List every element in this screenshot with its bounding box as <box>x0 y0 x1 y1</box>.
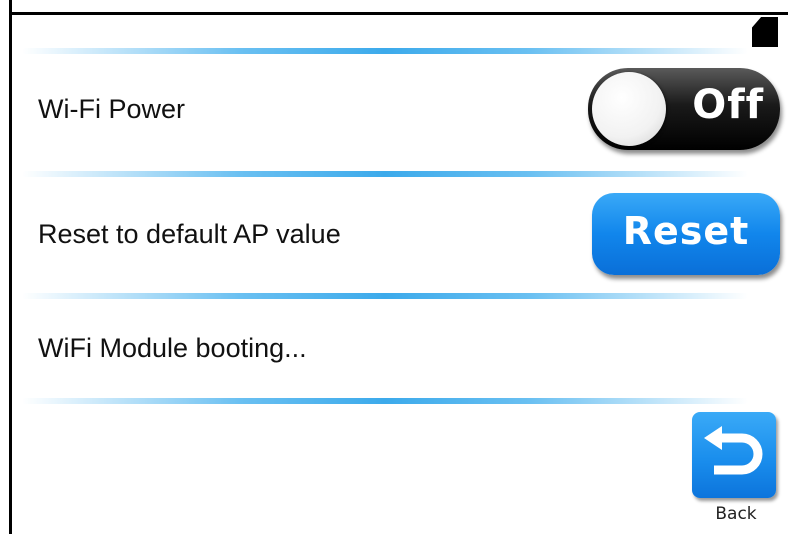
divider <box>22 398 748 404</box>
return-arrow-icon <box>692 412 776 498</box>
wifi-power-label: Wi-Fi Power <box>38 94 185 124</box>
reset-ap-label: Reset to default AP value <box>38 219 341 249</box>
divider <box>22 171 748 177</box>
divider <box>22 293 748 299</box>
frame-border-left <box>9 0 12 534</box>
toggle-state-text: Off <box>692 82 764 128</box>
wifi-settings-screen: Wi-Fi Power Off Reset to default AP valu… <box>0 0 788 534</box>
wifi-power-toggle[interactable]: Off <box>588 68 780 150</box>
sd-card-icon <box>752 17 778 47</box>
back-button-label: Back <box>715 504 757 524</box>
back-button[interactable]: Back <box>690 410 782 528</box>
frame-border-top <box>9 12 788 15</box>
divider <box>22 48 748 54</box>
reset-button-label: Reset <box>622 209 750 253</box>
toggle-knob <box>592 72 666 146</box>
reset-button[interactable]: Reset <box>592 193 780 275</box>
wifi-status-text: WiFi Module booting... <box>38 333 307 363</box>
